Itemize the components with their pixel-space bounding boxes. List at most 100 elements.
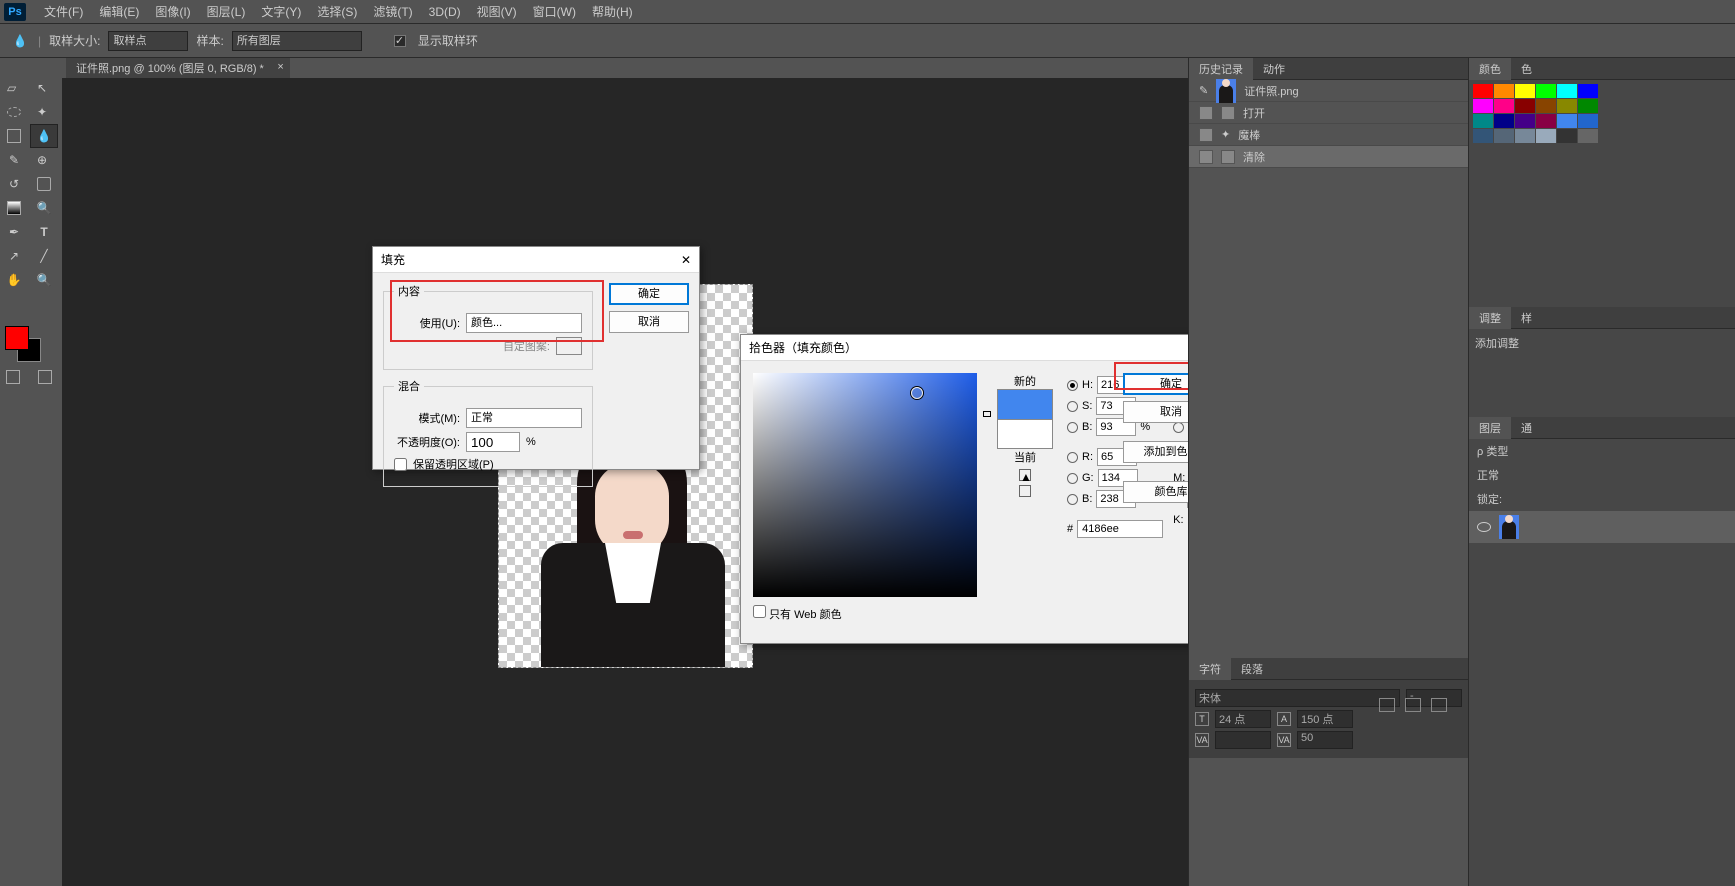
char-tab[interactable]: 字符 — [1189, 658, 1231, 680]
menu-3d[interactable]: 3D(D) — [421, 5, 469, 19]
adjust-tab[interactable]: 调整 — [1469, 307, 1511, 329]
fill-cancel-button[interactable]: 取消 — [609, 311, 689, 333]
menu-type[interactable]: 文字(Y) — [253, 3, 309, 20]
eraser-tool[interactable] — [30, 172, 58, 196]
swatch-color[interactable] — [1557, 129, 1577, 143]
para-tab[interactable]: 段落 — [1231, 658, 1273, 680]
path-tool[interactable]: ↗ — [0, 244, 28, 268]
tracking-select[interactable]: 50 — [1297, 731, 1353, 749]
cube-icon[interactable] — [1019, 485, 1031, 497]
history-item-wand[interactable]: ✦ 魔棒 — [1189, 124, 1468, 146]
kerning-select[interactable] — [1215, 731, 1271, 749]
use-select[interactable]: 颜色... — [466, 313, 582, 333]
swatch-color[interactable] — [1515, 129, 1535, 143]
pen-tool[interactable]: ✒ — [0, 220, 28, 244]
mode-select[interactable]: 正常 — [466, 408, 582, 428]
gradient-tool[interactable] — [0, 196, 28, 220]
swatch-color[interactable] — [1515, 99, 1535, 113]
opacity-input[interactable] — [466, 432, 520, 452]
swatch-color[interactable] — [1473, 114, 1493, 128]
sample-size-select[interactable]: 取样点 — [108, 31, 188, 51]
swatch-color[interactable] — [1557, 84, 1577, 98]
swatch-color[interactable] — [1494, 114, 1514, 128]
swatches-tab[interactable]: 色 — [1511, 58, 1542, 80]
crop-tool[interactable] — [0, 124, 28, 148]
menu-filter[interactable]: 滤镜(T) — [365, 3, 420, 20]
swatch-color[interactable] — [1473, 129, 1493, 143]
swatch-color[interactable] — [1494, 84, 1514, 98]
swatch-color[interactable] — [1473, 99, 1493, 113]
swatch-color[interactable] — [1536, 114, 1556, 128]
trash-icon[interactable] — [1431, 698, 1447, 712]
layer-row[interactable] — [1469, 511, 1735, 543]
swatch-color[interactable] — [1578, 99, 1598, 113]
r-radio[interactable] — [1067, 452, 1078, 463]
menu-image[interactable]: 图像(I) — [147, 3, 198, 20]
font-size-select[interactable]: 24 点 — [1215, 710, 1271, 728]
swatch-color[interactable] — [1557, 114, 1577, 128]
s-radio[interactable] — [1067, 401, 1078, 412]
hex-input[interactable] — [1077, 520, 1163, 538]
leading-select[interactable]: 150 点 — [1297, 710, 1353, 728]
layers-tab[interactable]: 图层 — [1469, 417, 1511, 439]
color-cursor[interactable] — [911, 387, 923, 399]
b2-radio[interactable] — [1067, 494, 1078, 505]
hand-tool[interactable]: ✋ — [0, 268, 28, 292]
show-ring-checkbox[interactable] — [394, 35, 406, 47]
channels-tab[interactable]: 通 — [1511, 417, 1542, 439]
history-item-clear[interactable]: 清除 — [1189, 146, 1468, 168]
color-tab[interactable]: 颜色 — [1469, 58, 1511, 80]
history-tab[interactable]: 历史记录 — [1189, 58, 1253, 80]
menu-file[interactable]: 文件(F) — [36, 3, 91, 20]
menu-window[interactable]: 窗口(W) — [525, 3, 584, 20]
sample-select[interactable]: 所有图层 — [232, 31, 362, 51]
line-tool[interactable]: ╱ — [30, 244, 58, 268]
close-tab-icon[interactable]: × — [277, 61, 283, 73]
swatch-color[interactable] — [1473, 84, 1493, 98]
hue-cursor[interactable] — [983, 411, 991, 417]
g-radio[interactable] — [1067, 473, 1078, 484]
quick-select-tool[interactable]: ✦ — [30, 100, 58, 124]
actions-tab[interactable]: 动作 — [1253, 58, 1295, 80]
camera-icon[interactable] — [1405, 698, 1421, 712]
swatch-color[interactable] — [1536, 129, 1556, 143]
swatch-color[interactable] — [1578, 84, 1598, 98]
artboard-tool[interactable]: ↖ — [30, 76, 58, 100]
menu-view[interactable]: 视图(V) — [469, 3, 525, 20]
swatch-color[interactable] — [1515, 114, 1535, 128]
warning-icon[interactable]: ▲ — [1019, 469, 1031, 481]
web-only-checkbox[interactable] — [753, 605, 766, 618]
new-snapshot-icon[interactable] — [1379, 698, 1395, 712]
h-radio[interactable] — [1067, 380, 1078, 391]
swatch-color[interactable] — [1536, 84, 1556, 98]
history-brush-tool[interactable]: ↺ — [0, 172, 28, 196]
color-picker-titlebar[interactable]: 拾色器（填充颜色） ✕ — [741, 335, 1231, 361]
fill-ok-button[interactable]: 确定 — [609, 283, 689, 305]
swatch-color[interactable] — [1494, 129, 1514, 143]
menu-select[interactable]: 选择(S) — [309, 3, 365, 20]
visibility-icon[interactable] — [1477, 522, 1491, 532]
brush-tool[interactable]: ✎ — [0, 148, 28, 172]
swatch-color[interactable] — [1536, 99, 1556, 113]
foreground-color[interactable] — [5, 326, 29, 350]
type-tool[interactable]: T — [30, 220, 58, 244]
color-swatch[interactable] — [5, 326, 29, 350]
layer-blend-row[interactable]: 正常 — [1469, 463, 1735, 487]
b-radio[interactable] — [1067, 422, 1078, 433]
screen-mode-icon[interactable] — [38, 370, 52, 384]
menu-edit[interactable]: 编辑(E) — [91, 3, 147, 20]
eyedropper-tool[interactable]: 💧 — [30, 124, 58, 148]
current-color-swatch[interactable] — [997, 419, 1053, 449]
quick-mask-icon[interactable] — [6, 370, 20, 384]
swatch-color[interactable] — [1578, 114, 1598, 128]
document-tab[interactable]: 证件照.png @ 100% (图层 0, RGB/8) * × — [66, 58, 290, 78]
history-source[interactable]: ✎ 证件照.png — [1189, 80, 1468, 102]
swatch-color[interactable] — [1578, 129, 1598, 143]
lasso-tool[interactable] — [0, 100, 28, 124]
zoom-tool[interactable]: 🔍 — [30, 268, 58, 292]
close-icon[interactable]: ✕ — [681, 253, 691, 267]
history-item-open[interactable]: 打开 — [1189, 102, 1468, 124]
font-family-select[interactable]: 宋体 — [1195, 689, 1400, 707]
styles-tab[interactable]: 样 — [1511, 307, 1542, 329]
preserve-transparency-checkbox[interactable] — [394, 458, 407, 471]
